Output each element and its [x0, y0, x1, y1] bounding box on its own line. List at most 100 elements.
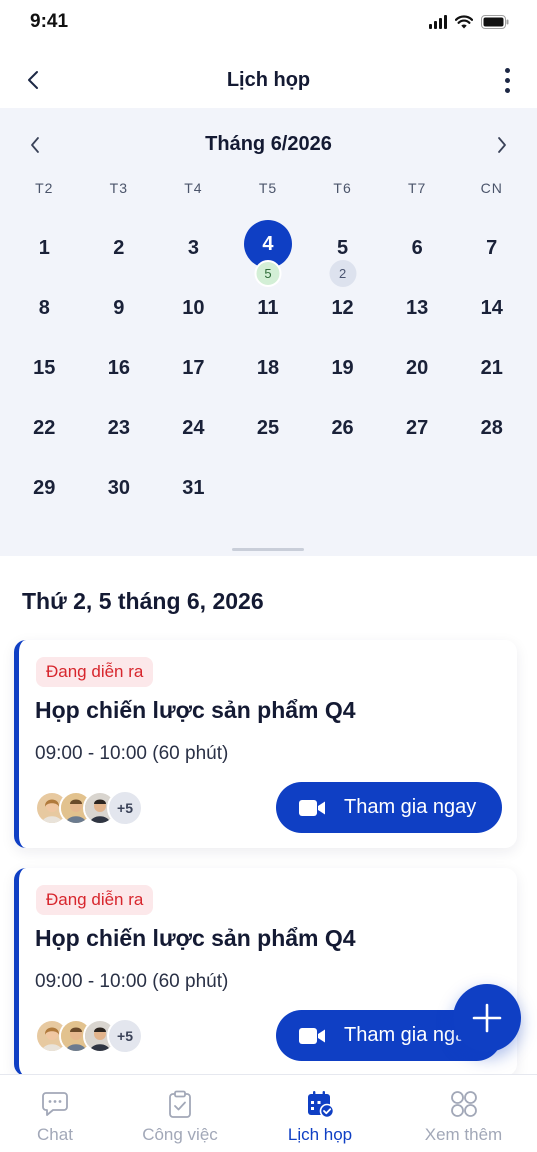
day-number: 12 [331, 296, 354, 319]
calendar-day[interactable]: 8 [7, 276, 82, 336]
calendar-day[interactable]: 15 [7, 336, 82, 396]
weekday-label: T3 [109, 180, 129, 196]
nav-label: Xem thêm [424, 1125, 503, 1144]
weekday-label: T5 [258, 180, 278, 196]
nav-item-meetings[interactable]: Lịch họp [250, 1075, 390, 1152]
join-meeting-button[interactable]: Tham gia ngay [276, 782, 502, 833]
meeting-card[interactable]: Đang diễn ra Họp chiến lược sản phẩm Q4 … [14, 868, 517, 1076]
day-number: 20 [406, 356, 429, 379]
video-camera-icon [299, 1027, 325, 1044]
day-number: 24 [182, 416, 205, 439]
participant-avatars[interactable]: +5 [35, 790, 143, 826]
day-number: 6 [411, 236, 423, 259]
day-number: 2 [113, 236, 125, 259]
extra-participants-count: +5 [107, 790, 143, 826]
video-camera-icon [299, 799, 325, 816]
calendar-day[interactable]: 1 [7, 216, 82, 276]
next-month-button[interactable] [487, 130, 517, 160]
calendar-day[interactable]: 27 [380, 396, 455, 456]
calendar-day[interactable]: 30 [82, 456, 157, 516]
back-button[interactable] [18, 65, 48, 95]
calendar-day[interactable]: 18 [231, 336, 306, 396]
calendar-day[interactable]: 29 [7, 456, 82, 516]
plus-icon [472, 1003, 502, 1033]
calendar-day[interactable]: 45 [231, 216, 306, 287]
day-number: 29 [33, 476, 56, 499]
calendar-drag-handle[interactable] [232, 548, 304, 551]
calendar-day[interactable]: 11 [231, 276, 306, 336]
calendar-day[interactable]: 31 [156, 456, 231, 516]
meeting-time: 09:00 - 10:00 (60 phút) [35, 743, 229, 764]
day-number: 9 [113, 296, 125, 319]
day-number: 14 [480, 296, 503, 319]
day-number: 21 [480, 356, 503, 379]
calendar-day[interactable]: 14 [454, 276, 529, 336]
day-number: 27 [406, 416, 429, 439]
calendar-day[interactable]: 13 [380, 276, 455, 336]
day-number: 19 [331, 356, 354, 379]
calendar-day[interactable]: 2 [82, 216, 157, 276]
calendar-day[interactable]: 23 [82, 396, 157, 456]
calendar-day[interactable]: 28 [454, 396, 529, 456]
page-title: Lịch họp [226, 68, 311, 91]
wifi-icon [455, 15, 473, 29]
chevron-right-icon [498, 137, 506, 153]
weekday-label: CN [480, 180, 503, 196]
more-options-button[interactable] [499, 65, 515, 95]
calendar-day[interactable]: 21 [454, 336, 529, 396]
day-number: 7 [486, 236, 498, 259]
calendar-day[interactable]: 25 [231, 396, 306, 456]
day-number: 28 [480, 416, 503, 439]
join-button-label: Tham gia ngay [344, 796, 477, 818]
month-calendar: Tháng 6/2026 T2 T3 T4 T5 T6 T7 CN 123455267891… [0, 108, 537, 556]
day-number: 31 [182, 476, 205, 499]
calendar-day[interactable]: 19 [305, 336, 380, 396]
battery-icon [481, 15, 509, 29]
day-number: 13 [406, 296, 429, 319]
extra-participants-count: +5 [107, 1018, 143, 1054]
prev-month-button[interactable] [20, 130, 50, 160]
participant-avatars[interactable]: +5 [35, 1018, 143, 1054]
nav-item-chat[interactable]: Chat [0, 1075, 110, 1152]
add-meeting-button[interactable] [453, 984, 521, 1052]
meeting-time: 09:00 - 10:00 (60 phút) [35, 971, 229, 992]
day-number: 8 [38, 296, 50, 319]
calendar-day[interactable]: 20 [380, 336, 455, 396]
weekday-label: T2 [35, 180, 54, 196]
calendar-days-grid: 1 2 3 4 5 5 2 6 7 8 9 10 11 12 13 14 15 16 17 18 19 20 21 22 23 2… [7, 216, 529, 516]
nav-label: Lịch họp [287, 1125, 353, 1144]
app-header: Lịch họp [0, 52, 537, 108]
meeting-card[interactable]: Đang diễn ra Họp chiến lược sản phẩm Q4 … [14, 640, 517, 848]
status-badge: Đang diễn ra [36, 657, 154, 687]
nav-label: Công việc [142, 1125, 218, 1144]
calendar-day[interactable]: 17 [156, 336, 231, 396]
calendar-day[interactable]: 6 [380, 216, 455, 276]
calendar-day[interactable]: 22 [7, 396, 82, 456]
nav-item-tasks[interactable]: Công việc [110, 1075, 250, 1152]
day-number: 30 [107, 476, 130, 499]
calendar-day[interactable]: 3 [156, 216, 231, 276]
day-number: 23 [107, 416, 130, 439]
day-number: 3 [187, 236, 199, 259]
chevron-left-icon [31, 137, 39, 153]
nav-item-more[interactable]: Xem thêm [390, 1075, 537, 1152]
calendar-day[interactable]: 52 [305, 216, 380, 287]
status-bar: 9:41 [0, 0, 537, 44]
meeting-title: Họp chiến lược sản phẩm Q4 [35, 697, 356, 723]
day-number: 18 [256, 356, 280, 379]
calendar-day[interactable]: 7 [454, 216, 529, 276]
weekday-label: T6 [333, 180, 352, 196]
day-number: 25 [256, 416, 280, 439]
status-icons [429, 15, 509, 29]
calendar-day[interactable]: 24 [156, 396, 231, 456]
calendar-day[interactable]: 9 [82, 276, 157, 336]
day-number: 16 [107, 356, 130, 379]
day-number: 26 [331, 416, 354, 439]
calendar-day[interactable]: 26 [305, 396, 380, 456]
status-badge: Đang diễn ra [36, 885, 154, 915]
calendar-day[interactable]: 16 [82, 336, 157, 396]
nav-label: Chat [37, 1125, 73, 1144]
calendar-day[interactable]: 12 [305, 276, 380, 336]
calendar-day[interactable]: 10 [156, 276, 231, 336]
calendar-nav: Tháng 6/2026 [0, 126, 537, 162]
